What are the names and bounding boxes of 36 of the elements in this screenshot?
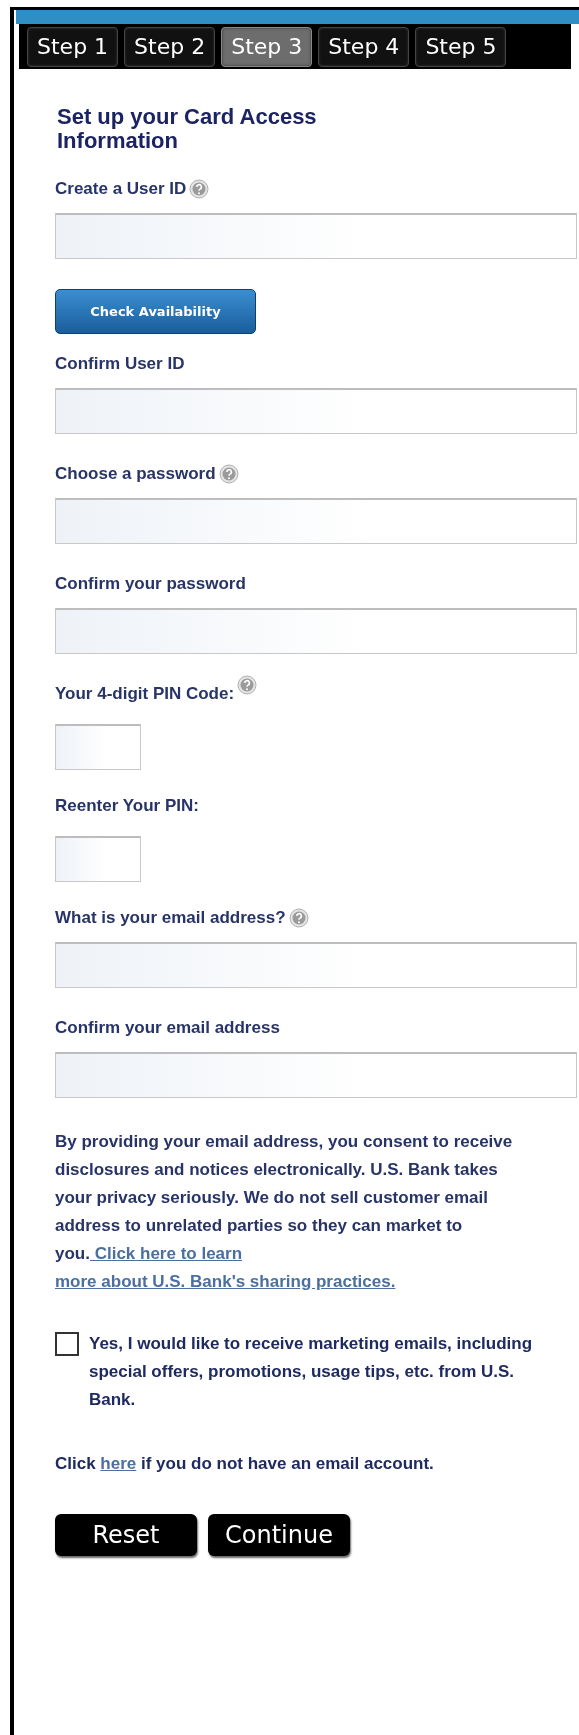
help-icon[interactable] [237,675,258,695]
step-tab[interactable]: Step 1 [27,26,119,67]
field-label: Reenter Your PIN: [55,796,199,816]
sharing-practices-link[interactable]: Click here to learn [89,1244,243,1263]
input-field[interactable] [55,608,577,654]
help-icon[interactable] [218,464,239,484]
field-label: Your 4-digit PIN Code: [55,684,235,704]
marketing-consent-label: Yes, I would like to receive marketing emails, including special offers, promotions, usage tips, etc. from U.S. Bank. [89,1333,534,1411]
field-label: Choose a password [55,464,216,484]
field-label: Confirm User ID [55,354,185,374]
input-field[interactable] [55,1052,577,1098]
field-label: What is your email address? [55,908,286,928]
step-tab[interactable]: Step 3 [221,26,313,67]
input-field[interactable] [55,213,577,259]
input-field[interactable] [55,724,141,770]
step-tab[interactable]: Step 2 [124,26,216,67]
field-label: Create a User ID [55,179,187,199]
check-availability-button[interactable]: Check Availability [55,289,256,334]
checkbox[interactable] [55,1332,79,1356]
input-field[interactable] [55,942,577,988]
step-tab[interactable]: Step 5 [415,26,507,67]
input-field[interactable] [55,498,577,544]
help-icon[interactable] [288,908,309,928]
here-link[interactable]: here [100,1454,137,1473]
input-field[interactable] [55,388,577,434]
no-email-text: Click here if you do not have an email account. [55,1453,435,1475]
field-label: Confirm your email address [55,1018,280,1038]
form-button[interactable]: Continue [208,1514,350,1556]
sharing-practices-link[interactable]: more about U.S. Bank's sharing practices. [55,1272,396,1291]
step-tab[interactable]: Step 4 [318,26,410,67]
help-icon[interactable] [189,179,210,199]
disclosure-text: By providing your email address, you consent to receive disclosures and notices electronically. U.S. Bank takes your privacy seriously. We do not sell customer email address to unrelated parties so they can market to you. Click here to learn more about U.S. Bank's sharing practices. [55,1131,514,1293]
field-label: Confirm your password [55,574,246,594]
input-field[interactable] [55,836,141,882]
form-button[interactable]: Reset [55,1514,197,1556]
page-heading: Set up your Card Access Information [57,105,318,153]
